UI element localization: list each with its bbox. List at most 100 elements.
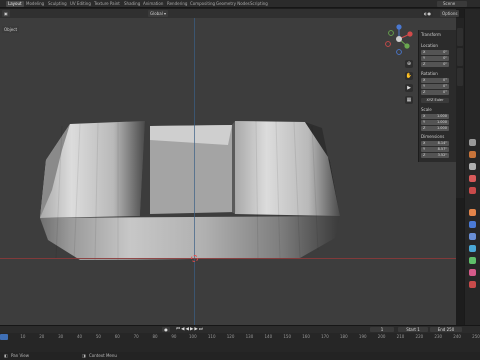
physics-icon[interactable]	[469, 245, 476, 252]
transform-heading: Transform	[421, 32, 441, 37]
shading-buttons[interactable]: ◐●	[422, 10, 433, 17]
frame-tick: 110	[207, 334, 216, 339]
frame-tick: 170	[321, 334, 329, 339]
rotation-heading: Rotation	[421, 71, 438, 76]
frame-tick: 180	[340, 334, 348, 339]
3d-cursor-icon[interactable]	[191, 255, 198, 262]
rotation-y-field[interactable]: Y 0°	[421, 84, 449, 89]
navigation-gizmo[interactable]	[384, 22, 414, 56]
output-icon[interactable]	[469, 163, 476, 170]
world-icon[interactable]	[469, 187, 476, 194]
axis-label: Z	[423, 62, 426, 66]
dimension-y-field[interactable]: Y 8.57"	[421, 147, 449, 152]
axis-value: 1.000	[436, 126, 447, 130]
playhead[interactable]	[0, 334, 8, 340]
axis-value: 0"	[443, 62, 447, 66]
tab-compositing[interactable]: Compositing	[188, 1, 217, 7]
rotation-x-field[interactable]: X 0°	[421, 78, 449, 83]
end-frame-field[interactable]: End 250	[430, 327, 462, 332]
rotation-mode-label: XYZ Euler	[426, 98, 444, 102]
location-z-field[interactable]: Z 0"	[421, 62, 449, 67]
object-icon[interactable]	[469, 209, 476, 216]
zoom-icon[interactable]: ⊕	[405, 60, 413, 68]
axis-value: 8.57"	[437, 147, 447, 151]
status-bar: ◧ Pan View ◨ Context Menu	[0, 352, 480, 360]
sidebar-transform-panel: Transform Location X 0" Y 0" Z 0" Rotation X 0…	[418, 30, 456, 162]
tab-view[interactable]	[457, 68, 463, 86]
axis-value: 0"	[443, 50, 447, 54]
camera-icon[interactable]: ▶	[405, 84, 413, 92]
scene-name: Scene	[443, 1, 456, 6]
tab-rendering[interactable]: Rendering	[165, 1, 189, 7]
editor-type-icon[interactable]: ▣	[2, 10, 10, 17]
object-mode-label: Object	[4, 27, 18, 32]
location-y-field[interactable]: Y 0"	[421, 56, 449, 61]
frame-tick: 40	[76, 334, 83, 339]
tab-animation[interactable]: Animation	[141, 1, 165, 7]
location-x-field[interactable]: X 0"	[421, 50, 449, 55]
axis-value: 8.14"	[437, 141, 447, 145]
axis-value: 0°	[443, 84, 447, 88]
axis-label: X	[423, 78, 426, 82]
frame-tick: 160	[302, 334, 310, 339]
axis-label: X	[423, 114, 426, 118]
axis-label: Y	[423, 56, 426, 60]
status-pan-view: Pan View	[11, 353, 29, 358]
constraints-icon[interactable]	[469, 257, 476, 264]
start-frame-field[interactable]: Start 1	[398, 327, 428, 332]
current-frame-field[interactable]: 1	[370, 327, 394, 332]
material-icon[interactable]	[469, 281, 476, 288]
axis-value: 1.000	[436, 114, 447, 118]
scale-x-field[interactable]: X 1.000	[421, 114, 449, 119]
tab-texture-paint[interactable]: Texture Paint	[92, 1, 122, 7]
playback-controls[interactable]: ⏮◀◀▶▶⏭	[176, 327, 204, 332]
modifier-icon[interactable]	[469, 221, 476, 228]
orientation-dropdown[interactable]: Global ▾	[148, 10, 169, 17]
tool-icon[interactable]	[469, 139, 476, 146]
frame-ruler[interactable]: 0102030405060708090100110120130140150160…	[0, 334, 480, 341]
scale-z-field[interactable]: Z 1.000	[421, 126, 449, 131]
tab-modeling[interactable]: Modeling	[24, 1, 46, 7]
frame-tick: 130	[245, 334, 254, 339]
properties-editor	[464, 9, 480, 325]
3d-viewport[interactable]	[0, 9, 456, 325]
dimension-x-field[interactable]: X 8.14"	[421, 141, 449, 146]
dimension-z-field[interactable]: Z 3.52"	[421, 153, 449, 158]
frame-tick: 80	[152, 334, 158, 339]
frame-tick: 240	[453, 334, 461, 339]
start-label: Start	[406, 327, 416, 332]
particles-icon[interactable]	[469, 233, 476, 240]
pan-hand-icon[interactable]: ✋	[405, 72, 413, 80]
axis-value: 1.000	[436, 120, 447, 124]
viewport-header: ▣ Global ▾ Options ◐●	[0, 9, 460, 18]
scale-y-field[interactable]: Y 1.000	[421, 120, 449, 125]
axis-label: Y	[423, 147, 426, 151]
scale-heading: Scale	[421, 107, 432, 112]
grid-toggle-icon[interactable]: ▦	[405, 96, 413, 104]
tab-uv-editing[interactable]: UV Editing	[68, 1, 93, 7]
frame-tick: 70	[133, 334, 139, 339]
object-mode-dropdown[interactable]: Object	[2, 26, 20, 33]
end-value: 250	[446, 327, 455, 332]
tab-item[interactable]	[457, 28, 463, 46]
tab-shading[interactable]: Shading	[122, 1, 142, 7]
scene-icon[interactable]	[469, 175, 476, 182]
axis-label: X	[423, 50, 426, 54]
tab-layout[interactable]: Layout	[6, 1, 24, 7]
dimensions-heading: Dimensions	[421, 134, 445, 139]
frame-tick: 190	[358, 334, 367, 339]
frame-tick: 150	[283, 334, 292, 339]
options-dropdown[interactable]: Options	[440, 10, 460, 17]
axis-label: Z	[423, 90, 426, 94]
tab-geometry-nodes[interactable]: Geometry Nodes	[214, 1, 252, 7]
tab-sculpting[interactable]: Sculpting	[46, 1, 69, 7]
render-icon[interactable]	[469, 151, 476, 158]
tab-scripting[interactable]: Scripting	[248, 1, 270, 7]
keyframe-toggle[interactable]: ●	[162, 327, 170, 332]
data-icon[interactable]	[469, 269, 476, 276]
rotation-z-field[interactable]: Z 0°	[421, 90, 449, 95]
rotation-mode-dropdown[interactable]: XYZ Euler	[421, 98, 449, 103]
tab-tool[interactable]	[457, 48, 463, 66]
frame-tick: 120	[226, 334, 235, 339]
scene-selector[interactable]: Scene	[437, 1, 467, 7]
